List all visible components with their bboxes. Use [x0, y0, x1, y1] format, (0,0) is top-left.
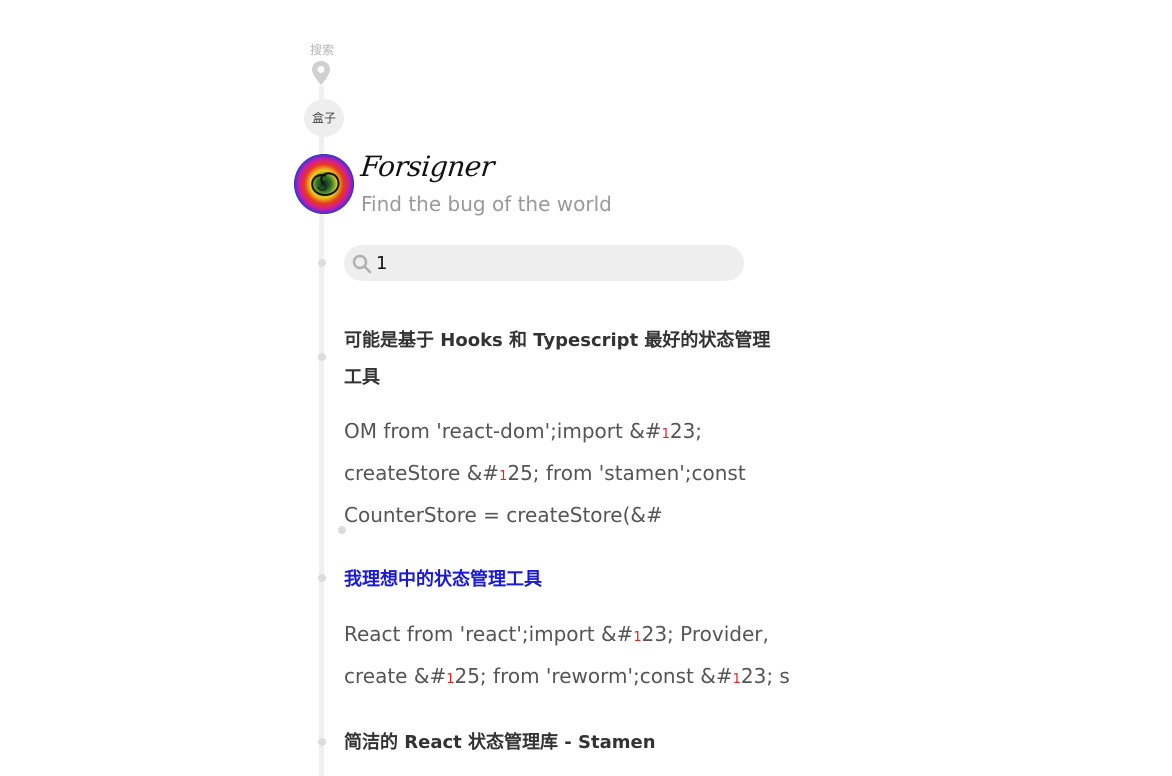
- result-title[interactable]: 简洁的 React 状态管理库 - Stamen: [344, 724, 656, 761]
- avatar[interactable]: [294, 154, 354, 214]
- result-title[interactable]: 可能是基于 Hooks 和 Typescript 最好的状态管理 工具: [344, 322, 770, 396]
- excerpt-line: create &#125; from 'reworm';const &#123;…: [344, 664, 790, 688]
- result-excerpt: React from 'react';import &#123; Provide…: [344, 615, 790, 699]
- site-brand[interactable]: Forsigner: [359, 150, 495, 183]
- excerpt-line: OM from 'react-dom';import &#123;: [344, 419, 703, 443]
- excerpt-line: CounterStore = createStore(&#: [344, 503, 663, 527]
- excerpt-end-dot: [338, 526, 346, 534]
- result-excerpt: OM from 'react-dom';import &#123; create…: [344, 412, 746, 535]
- result-title-link[interactable]: 我理想中的状态管理工具: [344, 561, 542, 598]
- search-box[interactable]: [344, 245, 744, 281]
- nav-search-link[interactable]: 搜索: [306, 41, 338, 58]
- search-icon: [352, 254, 372, 274]
- timeline-dot: [318, 574, 326, 582]
- result-title-line: 简洁的 React 状态管理库 - Stamen: [344, 732, 656, 753]
- search-input[interactable]: [376, 245, 736, 281]
- timeline-dot: [318, 353, 326, 361]
- result-title-line: 我理想中的状态管理工具: [344, 569, 542, 590]
- map-pin-icon: [312, 61, 330, 85]
- result-title-line: 可能是基于 Hooks 和 Typescript 最好的状态管理: [344, 330, 771, 351]
- timeline-dot: [318, 738, 326, 746]
- nav-box-link[interactable]: 盒子: [304, 99, 344, 137]
- site-tagline: Find the bug of the world: [361, 192, 612, 216]
- excerpt-line: createStore &#125; from 'stamen';const: [344, 461, 746, 485]
- excerpt-line: React from 'react';import &#123; Provide…: [344, 622, 769, 646]
- timeline-dot: [318, 259, 326, 267]
- result-title-line: 工具: [344, 367, 380, 388]
